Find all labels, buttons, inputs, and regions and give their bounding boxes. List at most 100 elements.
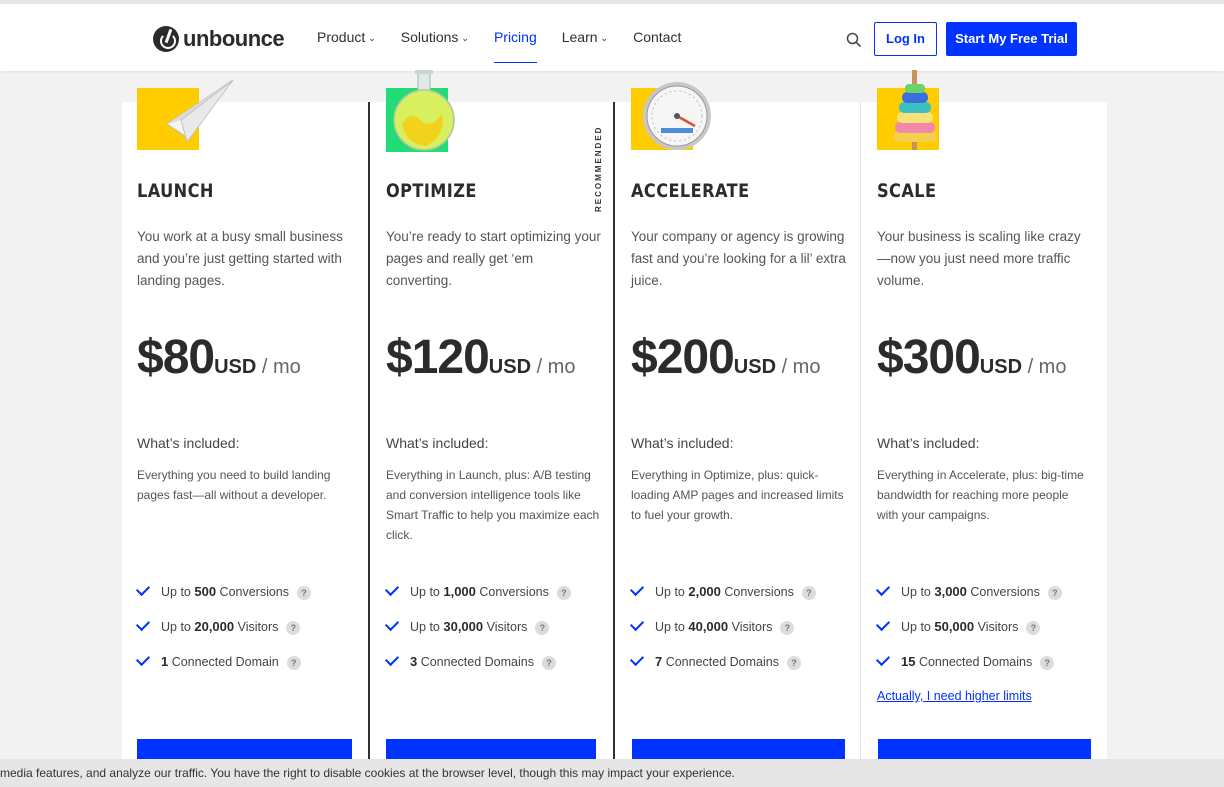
feature-number: 30,000 bbox=[443, 619, 484, 634]
check-icon bbox=[135, 616, 151, 632]
check-icon bbox=[384, 651, 400, 667]
included-description: Everything in Launch, plus: A/B testing … bbox=[386, 468, 600, 542]
plan-price: $200USD / mo bbox=[631, 330, 820, 385]
plan-name: LAUNCH bbox=[137, 180, 214, 202]
feature-suffix: Visitors bbox=[974, 620, 1019, 634]
check-icon bbox=[629, 581, 645, 597]
feature-number: 500 bbox=[194, 584, 217, 599]
help-icon[interactable]: ? bbox=[535, 621, 550, 635]
menu-item-contact[interactable]: Contact bbox=[633, 4, 681, 71]
included-description: Everything you need to build landing pag… bbox=[137, 468, 331, 502]
help-icon[interactable]: ? bbox=[801, 586, 816, 600]
chevron-down-icon: ⌄ bbox=[600, 33, 609, 43]
feature-conversions: Up to 500 Conversions? bbox=[135, 581, 312, 602]
feature-suffix: Conversions bbox=[966, 585, 1040, 599]
plan-card-scale: SCALE Your business is scaling like craz… bbox=[861, 70, 1107, 762]
feature-number: 3,000 bbox=[934, 584, 967, 599]
menu-item-learn[interactable]: Learn ⌄ bbox=[562, 4, 608, 71]
feature-conversions: Up to 1,000 Conversions? bbox=[384, 581, 571, 602]
feature-prefix: Up to bbox=[655, 585, 689, 599]
price-amount: $300 bbox=[877, 331, 981, 384]
plan-price: $300USD / mo bbox=[877, 330, 1066, 385]
higher-limits-link[interactable]: Actually, I need higher limits bbox=[877, 689, 1032, 703]
menu-item-label: Solutions bbox=[400, 29, 459, 45]
check-icon bbox=[384, 581, 400, 597]
feature-suffix: Connected Domain bbox=[168, 655, 279, 669]
start-free-trial-button[interactable]: Start My Free Trial bbox=[946, 22, 1077, 56]
menu-item-label: Pricing bbox=[493, 29, 537, 45]
feature-domains: 15 Connected Domains? bbox=[875, 651, 1055, 672]
top-nav: unbounce Product ⌄ Solutions ⌄ Pricing Lea… bbox=[0, 4, 1224, 71]
check-icon bbox=[629, 651, 645, 667]
main-menu: Product ⌄ Solutions ⌄ Pricing Learn ⌄ Conta… bbox=[317, 4, 706, 71]
help-icon[interactable]: ? bbox=[297, 586, 312, 600]
unbounce-logo[interactable]: unbounce bbox=[153, 24, 285, 54]
price-period: / mo bbox=[1022, 356, 1067, 378]
feature-domains: 1 Connected Domain? bbox=[135, 651, 301, 672]
check-icon bbox=[875, 581, 891, 597]
feature-suffix: Connected Domains bbox=[662, 655, 779, 669]
recommended-badge: RECOMMENDED bbox=[594, 125, 603, 212]
check-icon bbox=[135, 581, 151, 597]
help-icon[interactable]: ? bbox=[1026, 621, 1041, 635]
included-description: Everything in Accelerate, plus: big-time… bbox=[877, 468, 1084, 522]
feature-prefix: Up to bbox=[901, 620, 935, 634]
menu-item-pricing[interactable]: Pricing bbox=[493, 4, 537, 71]
menu-item-product[interactable]: Product ⌄ bbox=[317, 4, 376, 71]
feature-conversions: Up to 2,000 Conversions? bbox=[629, 581, 816, 602]
feature-suffix: Visitors bbox=[483, 620, 528, 634]
feature-prefix: Up to bbox=[655, 620, 689, 634]
plan-description: You work at a busy small business and yo… bbox=[137, 229, 343, 288]
search-icon[interactable] bbox=[846, 32, 862, 48]
cookie-text: media features, and analyze our traffic.… bbox=[0, 766, 735, 780]
plan-description: Your business is scaling like crazy—now … bbox=[877, 229, 1081, 288]
plan-price: $120USD / mo bbox=[386, 330, 575, 385]
feature-number: 1,000 bbox=[443, 584, 476, 599]
pricing-cards: LAUNCH You work at a busy small business… bbox=[122, 70, 1107, 762]
plan-description: Your company or agency is growing fast a… bbox=[631, 229, 846, 288]
menu-item-label: Contact bbox=[633, 29, 682, 45]
logo-text: unbounce bbox=[183, 26, 285, 51]
help-icon[interactable]: ? bbox=[1047, 586, 1062, 600]
feature-suffix: Connected Domains bbox=[417, 655, 534, 669]
menu-item-label: Product bbox=[317, 29, 366, 45]
plan-description: You’re ready to start optimizing your pa… bbox=[386, 229, 601, 288]
included-title: What’s included: bbox=[386, 435, 489, 451]
included-title: What’s included: bbox=[631, 435, 734, 451]
help-icon[interactable]: ? bbox=[1040, 656, 1055, 670]
help-icon[interactable]: ? bbox=[541, 656, 556, 670]
feature-visitors: Up to 40,000 Visitors? bbox=[629, 616, 795, 637]
feature-suffix: Conversions bbox=[475, 585, 549, 599]
help-icon[interactable]: ? bbox=[780, 621, 795, 635]
feature-number: 15 bbox=[901, 654, 916, 669]
feature-number: 20,000 bbox=[194, 619, 235, 634]
feature-prefix: Up to bbox=[410, 585, 444, 599]
check-icon bbox=[629, 616, 645, 632]
included-title: What’s included: bbox=[877, 435, 980, 451]
plan-price: $80USD / mo bbox=[137, 330, 301, 385]
check-icon bbox=[384, 616, 400, 632]
feature-number: 40,000 bbox=[688, 619, 729, 634]
menu-item-label: Learn bbox=[561, 29, 598, 45]
price-amount: $80 bbox=[137, 331, 215, 384]
feature-suffix: Visitors bbox=[728, 620, 773, 634]
feature-suffix: Connected Domains bbox=[915, 655, 1033, 669]
plan-name: OPTIMIZE bbox=[386, 180, 477, 202]
price-period: / mo bbox=[776, 356, 821, 378]
plan-card-launch: LAUNCH You work at a busy small business… bbox=[122, 80, 369, 762]
menu-item-solutions[interactable]: Solutions ⌄ bbox=[401, 4, 469, 71]
feature-prefix: Up to bbox=[161, 585, 195, 599]
check-icon bbox=[135, 651, 151, 667]
help-icon[interactable]: ? bbox=[286, 656, 301, 670]
paper-plane-icon bbox=[137, 80, 234, 150]
logo-mark-icon bbox=[153, 26, 179, 52]
help-icon[interactable]: ? bbox=[286, 621, 301, 635]
plan-card-optimize: RECOMMENDED OPTIMIZE You’re ready to sta… bbox=[368, 70, 615, 762]
check-icon bbox=[875, 616, 891, 632]
help-icon[interactable]: ? bbox=[786, 656, 801, 670]
help-icon[interactable]: ? bbox=[556, 586, 571, 600]
feature-conversions: Up to 3,000 Conversions? bbox=[875, 581, 1062, 602]
feature-suffix: Conversions bbox=[720, 585, 794, 599]
login-button[interactable]: Log In bbox=[874, 22, 937, 56]
feature-visitors: Up to 20,000 Visitors? bbox=[135, 616, 301, 637]
